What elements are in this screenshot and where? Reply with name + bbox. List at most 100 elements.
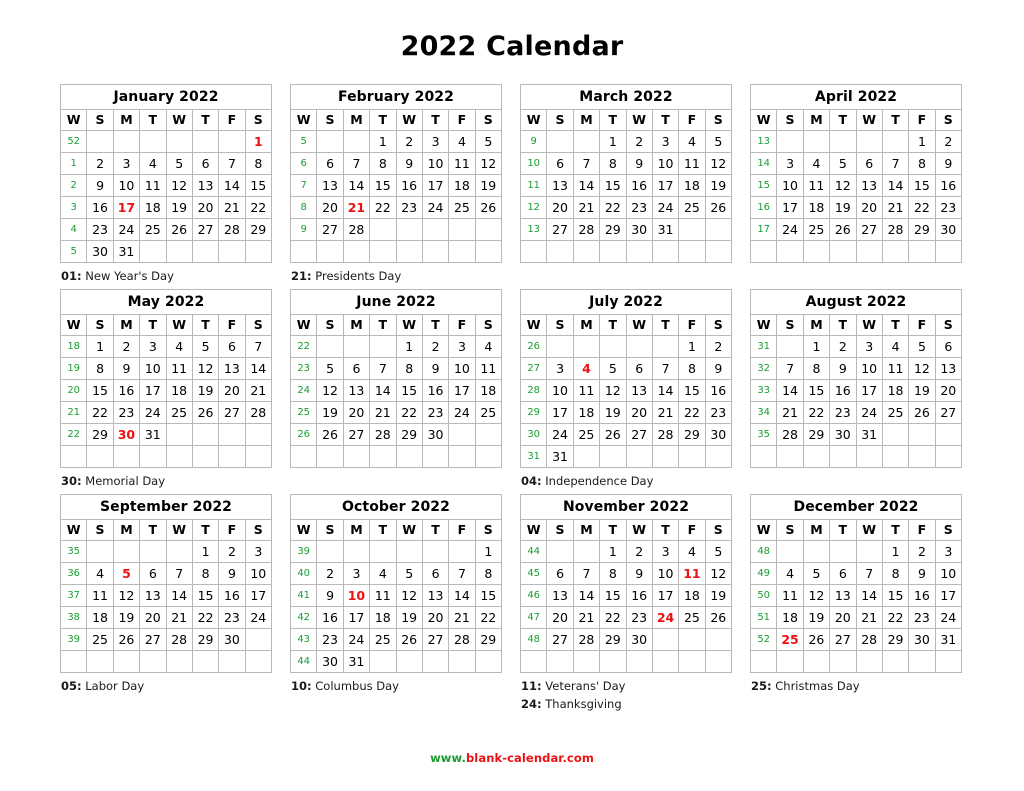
day-cell[interactable]: 26 [704,195,733,219]
day-cell[interactable]: 30 [934,217,963,241]
day-cell[interactable]: 8 [244,151,273,175]
day-cell[interactable]: 10 [934,561,963,585]
day-cell[interactable]: 12 [474,151,503,175]
day-cell[interactable]: 26 [316,422,344,446]
day-cell[interactable]: 17 [342,605,371,629]
day-cell[interactable]: 13 [421,583,450,607]
day-cell[interactable]: 3 [342,561,371,585]
day-cell-holiday[interactable]: 1 [244,129,273,153]
day-cell[interactable]: 9 [625,151,653,175]
day-cell[interactable]: 30 [421,422,450,446]
day-cell[interactable]: 6 [218,334,246,358]
day-cell-holiday[interactable]: 5 [112,561,141,585]
day-cell[interactable]: 19 [599,400,627,424]
day-cell[interactable]: 23 [218,605,246,629]
day-cell[interactable]: 11 [776,583,804,607]
day-cell[interactable]: 13 [546,583,574,607]
day-cell[interactable]: 7 [572,151,601,175]
day-cell[interactable]: 5 [474,129,503,153]
day-cell[interactable]: 12 [316,378,344,402]
day-cell[interactable]: 11 [369,583,397,607]
day-cell[interactable]: 25 [802,217,831,241]
day-cell[interactable]: 20 [191,195,220,219]
day-cell[interactable]: 1 [369,129,397,153]
day-cell[interactable]: 16 [625,583,653,607]
day-cell[interactable]: 28 [165,627,193,651]
day-cell[interactable]: 25 [678,605,706,629]
day-cell[interactable]: 30 [908,627,936,651]
day-cell[interactable]: 20 [829,605,857,629]
day-cell[interactable]: 7 [218,151,246,175]
day-cell[interactable]: 17 [651,173,680,197]
day-cell[interactable]: 16 [316,605,344,629]
day-cell[interactable]: 30 [316,649,344,673]
day-cell[interactable]: 2 [395,129,423,153]
day-cell[interactable]: 12 [704,151,733,175]
day-cell[interactable]: 10 [112,173,141,197]
day-cell-holiday[interactable]: 25 [776,627,804,651]
day-cell[interactable]: 18 [572,400,601,424]
day-cell[interactable]: 22 [599,195,627,219]
day-cell[interactable]: 23 [112,400,141,424]
day-cell[interactable]: 10 [651,561,680,585]
day-cell[interactable]: 13 [342,378,371,402]
day-cell[interactable]: 20 [625,400,653,424]
day-cell[interactable]: 2 [934,129,963,153]
day-cell[interactable]: 3 [934,539,963,563]
day-cell[interactable]: 27 [829,627,857,651]
day-cell[interactable]: 6 [546,151,574,175]
day-cell[interactable]: 29 [802,422,831,446]
day-cell[interactable]: 18 [474,378,503,402]
day-cell[interactable]: 16 [112,378,141,402]
day-cell[interactable]: 14 [651,378,680,402]
day-cell[interactable]: 27 [934,400,963,424]
day-cell[interactable]: 24 [651,195,680,219]
day-cell[interactable]: 15 [244,173,273,197]
day-cell[interactable]: 24 [448,400,476,424]
day-cell[interactable]: 2 [86,151,114,175]
day-cell[interactable]: 3 [651,129,680,153]
day-cell[interactable]: 28 [572,217,601,241]
day-cell[interactable]: 23 [829,400,857,424]
day-cell[interactable]: 21 [776,400,804,424]
day-cell[interactable]: 27 [546,627,574,651]
day-cell[interactable]: 3 [776,151,804,175]
day-cell[interactable]: 9 [934,151,963,175]
day-cell[interactable]: 15 [474,583,503,607]
day-cell[interactable]: 31 [139,422,167,446]
day-cell[interactable]: 18 [802,195,831,219]
day-cell[interactable]: 15 [599,583,627,607]
day-cell[interactable]: 19 [316,400,344,424]
day-cell-holiday[interactable]: 30 [112,422,141,446]
day-cell[interactable]: 27 [218,400,246,424]
day-cell[interactable]: 17 [855,378,883,402]
day-cell[interactable]: 11 [139,173,167,197]
day-cell[interactable]: 22 [802,400,831,424]
day-cell[interactable]: 24 [855,400,883,424]
day-cell[interactable]: 29 [881,627,910,651]
day-cell[interactable]: 5 [704,539,733,563]
day-cell[interactable]: 11 [802,173,831,197]
day-cell[interactable]: 8 [395,356,423,380]
day-cell[interactable]: 10 [651,151,680,175]
day-cell[interactable]: 29 [244,217,273,241]
day-cell[interactable]: 2 [112,334,141,358]
day-cell[interactable]: 5 [599,356,627,380]
day-cell[interactable]: 19 [704,583,733,607]
day-cell[interactable]: 8 [599,561,627,585]
day-cell[interactable]: 4 [802,151,831,175]
day-cell[interactable]: 6 [829,561,857,585]
day-cell[interactable]: 7 [881,151,910,175]
day-cell[interactable]: 27 [546,217,574,241]
day-cell[interactable]: 15 [802,378,831,402]
day-cell[interactable]: 12 [395,583,423,607]
day-cell[interactable]: 18 [678,173,706,197]
day-cell[interactable]: 27 [421,627,450,651]
day-cell[interactable]: 21 [218,195,246,219]
day-cell[interactable]: 13 [546,173,574,197]
day-cell[interactable]: 4 [86,561,114,585]
day-cell[interactable]: 25 [448,195,476,219]
day-cell[interactable]: 31 [546,444,574,468]
day-cell[interactable]: 6 [934,334,963,358]
day-cell[interactable]: 1 [395,334,423,358]
